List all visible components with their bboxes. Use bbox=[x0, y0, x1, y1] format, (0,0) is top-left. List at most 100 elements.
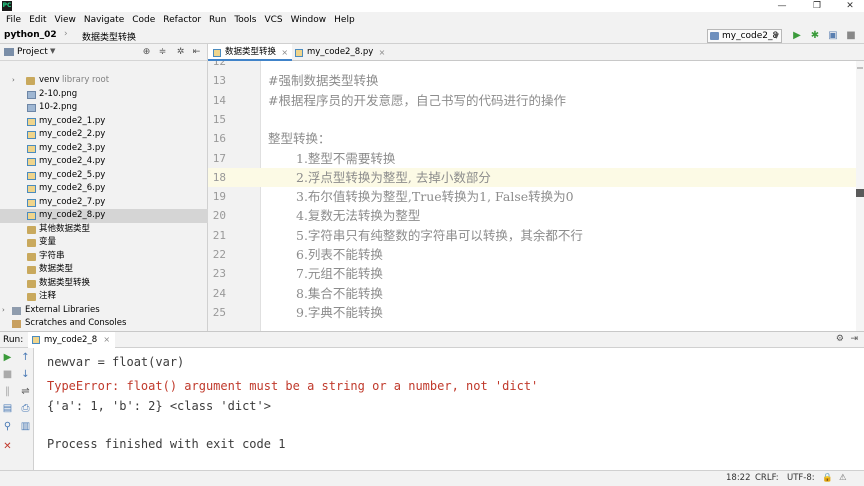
lock-icon[interactable]: 🔒 bbox=[822, 473, 833, 483]
tree-item[interactable]: my_code2_4.py bbox=[0, 155, 208, 169]
breadcrumb-file[interactable]: 数据类型转换 bbox=[82, 30, 136, 43]
py-icon bbox=[27, 171, 36, 180]
tree-item[interactable]: Scratches and Consoles bbox=[0, 317, 208, 331]
restore-layout-icon[interactable]: ▤ bbox=[1, 402, 14, 415]
tab-label: my_code2_8.py bbox=[307, 47, 374, 57]
py-icon bbox=[27, 158, 36, 166]
gear-icon[interactable]: ⚙ bbox=[836, 334, 844, 344]
code-line[interactable]: 14 #根据程序员的开发意愿，自己书写的代码进行的操作 bbox=[208, 91, 864, 110]
close-icon[interactable]: × bbox=[103, 332, 110, 348]
tab-data-conversion[interactable]: 数据类型转换 × bbox=[208, 44, 293, 61]
scratch-icon bbox=[12, 320, 21, 328]
tree-item[interactable]: › External Libraries bbox=[0, 304, 208, 318]
line-separator[interactable]: CRLF: bbox=[755, 473, 779, 483]
maximize-button[interactable]: ❐ bbox=[805, 0, 829, 12]
scroll-down-icon[interactable]: ↓ bbox=[19, 368, 32, 381]
tree-item[interactable]: 数据类型转换 bbox=[0, 277, 208, 291]
close-icon[interactable]: × bbox=[281, 44, 288, 61]
tree-item[interactable]: my_code2_6.py bbox=[0, 182, 208, 196]
tree-item[interactable]: my_code2_5.py bbox=[0, 169, 208, 183]
tree-item[interactable]: 2-10.png bbox=[0, 88, 208, 102]
tree-item[interactable]: 其他数据类型 bbox=[0, 223, 208, 237]
scroll-thumb[interactable] bbox=[856, 189, 864, 197]
menu-tools[interactable]: Tools bbox=[230, 12, 260, 28]
minimize-button[interactable]: — bbox=[770, 0, 794, 12]
coverage-icon[interactable]: ▣ bbox=[827, 30, 839, 42]
tree-item[interactable]: my_code2_3.py bbox=[0, 142, 208, 156]
menu-code[interactable]: Code bbox=[128, 12, 159, 28]
tree-item[interactable]: my_code2_7.py bbox=[0, 196, 208, 210]
code-line[interactable]: 18 2.浮点型转换为整型, 去掉小数部分 bbox=[208, 167, 864, 188]
run-icon[interactable]: ▶ bbox=[791, 30, 803, 42]
run-tab[interactable]: my_code2_8 × bbox=[28, 332, 116, 348]
pycharm-logo: PC bbox=[2, 1, 12, 11]
trash-icon[interactable]: ▥ bbox=[19, 420, 32, 433]
pause-icon[interactable]: ‖ bbox=[1, 385, 14, 398]
run-configuration-select[interactable]: my_code2_8 ▼ bbox=[707, 29, 782, 43]
code-line[interactable]: 24 8.集合不能转换 bbox=[208, 284, 864, 303]
code-line[interactable]: 25 9.字典不能转换 bbox=[208, 303, 864, 322]
tree-item-label: 2-10.png bbox=[39, 88, 78, 99]
pkg-icon bbox=[27, 252, 36, 261]
hide-panel-icon[interactable]: ⇤ bbox=[191, 46, 202, 58]
code-line[interactable]: 22 6.列表不能转换 bbox=[208, 245, 864, 264]
code-line[interactable]: 15 bbox=[208, 110, 864, 129]
debug-icon[interactable]: ✱ bbox=[809, 30, 821, 42]
stop-icon[interactable]: ■ bbox=[845, 30, 857, 42]
menu-help[interactable]: Help bbox=[330, 12, 359, 28]
tree-item[interactable]: my_code2_2.py bbox=[0, 128, 208, 142]
editor-scrollbar[interactable] bbox=[856, 61, 864, 331]
event-log-icon[interactable]: ⚠ bbox=[839, 473, 847, 483]
cursor-position[interactable]: 18:22 bbox=[726, 473, 751, 483]
code-line[interactable]: 23 7.元组不能转换 bbox=[208, 264, 864, 283]
tree-item[interactable]: 10-2.png bbox=[0, 101, 208, 115]
menu-edit[interactable]: Edit bbox=[25, 12, 50, 28]
close-window-button[interactable]: ✕ bbox=[838, 0, 862, 12]
code-line[interactable]: 17 1.整型不需要转换 bbox=[208, 149, 864, 168]
rerun-icon[interactable]: ▶ bbox=[1, 351, 14, 364]
python-config-icon bbox=[710, 32, 719, 40]
menu-vcs[interactable]: VCS bbox=[260, 12, 286, 28]
tab-my-code2-8[interactable]: my_code2_8.py × bbox=[290, 44, 389, 61]
code-line[interactable]: 21 5.字符串只有纯整数的字符串可以转换，其余都不行 bbox=[208, 226, 864, 245]
menu-refactor[interactable]: Refactor bbox=[159, 12, 205, 28]
code-line[interactable]: 19 3.布尔值转换为整型,True转换为1, False转换为0 bbox=[208, 187, 864, 206]
stop-icon[interactable]: ■ bbox=[1, 368, 14, 381]
print-icon[interactable]: ⎙ bbox=[19, 402, 32, 415]
tree-item[interactable]: 注释 bbox=[0, 290, 208, 304]
tree-item[interactable]: 字符串 bbox=[0, 250, 208, 264]
menu-run[interactable]: Run bbox=[205, 12, 230, 28]
pin-icon[interactable]: ⚲ bbox=[1, 420, 14, 433]
breadcrumb-project[interactable]: python_02 bbox=[4, 30, 57, 40]
chevron-right-icon[interactable]: › bbox=[12, 74, 15, 88]
console-output[interactable]: newvar = float(var) TypeError: float() ar… bbox=[34, 348, 864, 470]
code-line[interactable]: 16 整型转换： bbox=[208, 129, 864, 148]
tree-item[interactable]: my_code2_1.py bbox=[0, 115, 208, 129]
gear-icon[interactable]: ✲ bbox=[175, 46, 186, 58]
code-line[interactable]: 20 4.复数无法转换为整型 bbox=[208, 206, 864, 225]
collapse-all-icon[interactable]: ≑ bbox=[157, 46, 168, 58]
chevron-right-icon[interactable]: › bbox=[2, 304, 5, 318]
project-panel-title[interactable]: Project bbox=[17, 47, 48, 57]
scroll-up-icon[interactable]: ↑ bbox=[19, 351, 32, 364]
close-run-icon[interactable]: ✕ bbox=[1, 440, 14, 453]
chevron-down-icon[interactable]: ▼ bbox=[50, 47, 55, 55]
tree-item[interactable]: 变量 bbox=[0, 236, 208, 250]
code-line[interactable]: 13 #强制数据类型转换 bbox=[208, 71, 864, 90]
tree-item-label: my_code2_7.py bbox=[39, 196, 106, 207]
tree-item[interactable]: 数据类型 bbox=[0, 263, 208, 277]
soft-wrap-icon[interactable]: ⇌ bbox=[19, 385, 32, 398]
code-editor[interactable]: 12 13 #强制数据类型转换 14 #根据程序员的开发意愿，自己书写的代码进行的操作 1… bbox=[208, 61, 864, 331]
hide-panel-icon[interactable]: ⇥ bbox=[850, 334, 858, 344]
file-encoding[interactable]: UTF-8: bbox=[787, 473, 815, 483]
menu-navigate[interactable]: Navigate bbox=[80, 12, 128, 28]
code-line[interactable]: 12 bbox=[208, 61, 864, 71]
menu-view[interactable]: View bbox=[51, 12, 80, 28]
close-icon[interactable]: × bbox=[379, 44, 386, 61]
menu-window[interactable]: Window bbox=[287, 12, 331, 28]
tree-item[interactable]: my_code2_8.py bbox=[0, 209, 208, 223]
locate-file-icon[interactable]: ⊕ bbox=[141, 46, 152, 58]
tree-item[interactable]: › venv library root bbox=[0, 74, 208, 88]
code-text: 8.集合不能转换 bbox=[296, 285, 383, 301]
menu-file[interactable]: File bbox=[2, 12, 25, 28]
